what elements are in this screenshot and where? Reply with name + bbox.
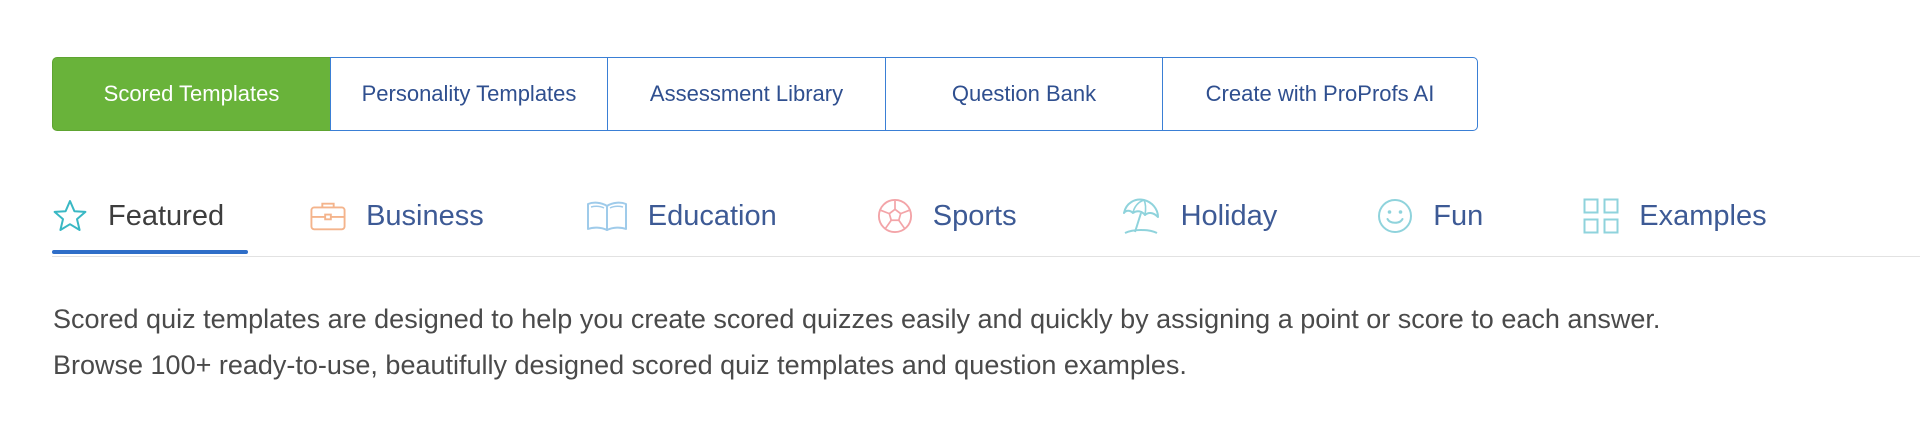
template-type-tabs: Scored Templates Personality Templates A… <box>52 57 1478 131</box>
category-tab-education[interactable]: Education <box>586 188 777 244</box>
tab-personality-templates[interactable]: Personality Templates <box>329 57 609 131</box>
category-tab-examples[interactable]: Examples <box>1583 188 1767 244</box>
category-label: Holiday <box>1180 199 1278 232</box>
briefcase-icon <box>310 198 346 234</box>
beach-umbrella-icon <box>1121 198 1161 234</box>
soccer-ball-icon <box>877 198 913 234</box>
category-label: Featured <box>108 199 225 232</box>
grid-icon <box>1583 198 1619 234</box>
category-label: Business <box>366 199 484 232</box>
category-tab-fun[interactable]: Fun <box>1377 188 1483 244</box>
category-label: Sports <box>932 199 1017 232</box>
page: Scored Templates Personality Templates A… <box>0 0 1920 423</box>
description-line-1: Scored quiz templates are designed to he… <box>53 304 1661 334</box>
description-line-2: Browse 100+ ready-to-use, beautifully de… <box>53 350 1187 380</box>
tab-create-with-proprofs-ai[interactable]: Create with ProProfs AI <box>1162 57 1478 131</box>
category-tab-featured[interactable]: Featured <box>52 188 248 254</box>
category-tab-sports[interactable]: Sports <box>877 188 1017 244</box>
category-label: Fun <box>1433 199 1484 232</box>
category-tabs: Featured Business Education Sports Holid… <box>52 188 1767 254</box>
tab-question-bank[interactable]: Question Bank <box>884 57 1164 131</box>
category-label: Examples <box>1639 199 1767 232</box>
category-tab-business[interactable]: Business <box>306 188 484 244</box>
star-icon <box>52 198 88 234</box>
smiley-icon <box>1377 198 1413 234</box>
book-icon <box>586 198 628 234</box>
category-label: Education <box>647 199 777 232</box>
tab-assessment-library[interactable]: Assessment Library <box>607 57 886 131</box>
description-text: Scored quiz templates are designed to he… <box>53 296 1873 388</box>
active-tab-underline <box>52 250 248 254</box>
tab-scored-templates[interactable]: Scored Templates <box>52 57 331 131</box>
category-tab-holiday[interactable]: Holiday <box>1121 188 1278 244</box>
tabs-divider <box>52 256 1920 257</box>
